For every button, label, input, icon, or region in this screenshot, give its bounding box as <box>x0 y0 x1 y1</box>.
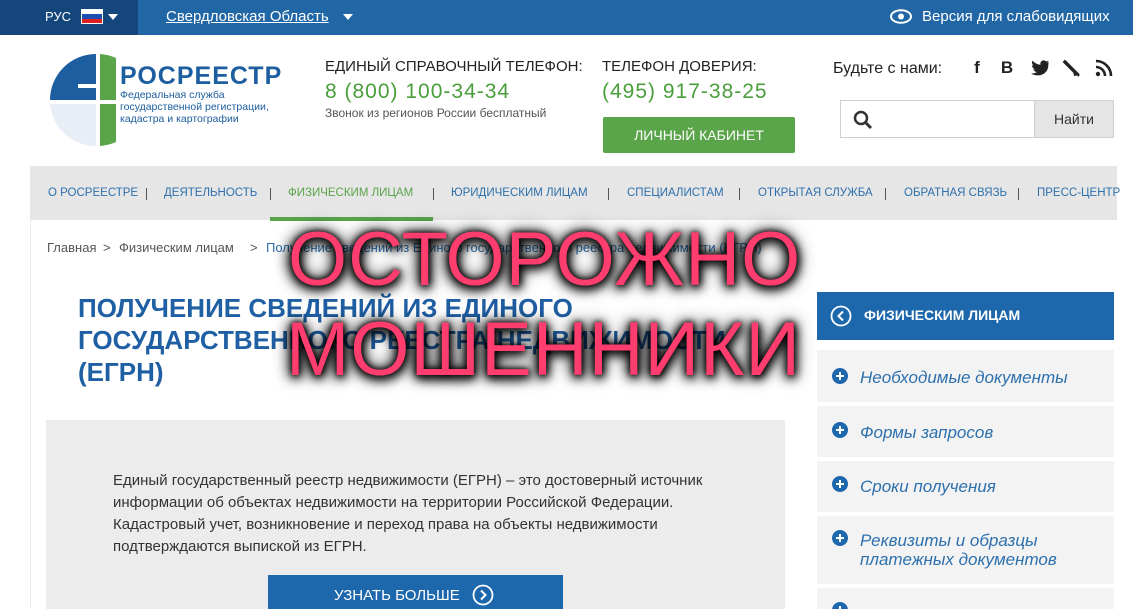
language-switcher[interactable]: РУС <box>0 0 138 35</box>
arrow-left-circle-icon[interactable] <box>830 305 852 327</box>
breadcrumb-separator: > <box>103 240 111 255</box>
nav-item-about[interactable]: О РОСРЕЕСТРЕ <box>48 166 138 220</box>
intro-text: Единый государственный реестр недвижимос… <box>113 472 703 555</box>
nav-item-activity[interactable]: ДЕЯТЕЛЬНОСТЬ <box>164 166 257 220</box>
region-selector[interactable]: Свердловская Область <box>166 8 329 25</box>
breadcrumb-separator: > <box>250 240 258 255</box>
helpline-number: 8 (800) 100-34-34 <box>325 80 511 103</box>
sidebar-title: ФИЗИЧЕСКИМ ЛИЦАМ <box>864 307 1021 323</box>
nav-separator <box>270 188 271 200</box>
chevron-down-icon[interactable] <box>343 14 353 20</box>
sidebar-item-more[interactable] <box>817 588 1114 609</box>
nav-item-feedback[interactable]: ОБРАТНАЯ СВЯЗЬ <box>904 166 1007 220</box>
sidebar-item-label: Сроки получения <box>860 477 996 496</box>
vkontakte-icon[interactable]: B <box>997 58 1017 78</box>
twitter-icon[interactable] <box>1030 58 1050 78</box>
sidebar-header[interactable]: ФИЗИЧЕСКИМ ЛИЦАМ <box>817 292 1114 340</box>
nav-separator <box>739 188 740 200</box>
plus-circle-icon <box>832 602 848 609</box>
sidebar-item-label: Необходимые документы <box>860 368 1068 387</box>
nav-separator <box>433 188 434 200</box>
sidebar-item-label: Формы запросов <box>860 423 994 442</box>
social-label: Будьте с нами: <box>833 60 943 77</box>
plus-circle-icon <box>832 530 848 546</box>
helpline-note: Звонок из регионов России бесплатный <box>325 106 547 120</box>
nav-item-legal-entities[interactable]: ЮРИДИЧЕСКИМ ЛИЦАМ <box>451 166 588 220</box>
learn-more-button[interactable]: УЗНАТЬ БОЛЬШЕ <box>268 575 563 609</box>
nav-separator <box>885 188 886 200</box>
nav-separator <box>146 188 147 200</box>
logo-subtitle: Федеральная служба государственной регис… <box>120 89 269 125</box>
chevron-down-icon <box>108 14 118 20</box>
learn-more-label: УЗНАТЬ БОЛЬШЕ <box>334 587 460 604</box>
nav-item-press-center[interactable]: ПРЕСС-ЦЕНТР <box>1037 166 1120 220</box>
sidebar-item-payment-details[interactable]: Реквизиты и образцы платежных документов <box>817 516 1114 586</box>
nav-item-specialists[interactable]: СПЕЦИАЛИСТАМ <box>627 166 724 220</box>
arrow-right-circle-icon <box>472 584 494 606</box>
sidebar-item-terms[interactable]: Сроки получения <box>817 461 1114 514</box>
page-border <box>30 220 31 609</box>
personal-account-button[interactable]: ЛИЧНЫЙ КАБИНЕТ <box>603 117 795 153</box>
breadcrumb-section[interactable]: Физическим лицам <box>119 240 234 255</box>
sidebar-item-label: Реквизиты и образцы платежных документов <box>860 531 1057 569</box>
nav-separator <box>608 188 609 200</box>
facebook-icon[interactable]: f <box>967 58 987 78</box>
eye-icon[interactable] <box>890 9 912 24</box>
sidebar-item-documents[interactable]: Необходимые документы <box>817 350 1114 404</box>
rss-icon[interactable] <box>1094 58 1114 78</box>
search-button[interactable]: Найти <box>1034 100 1114 138</box>
plus-circle-icon <box>832 422 848 438</box>
logo-title[interactable]: РОСРЕЕСТР <box>120 62 282 91</box>
plus-circle-icon <box>832 368 848 384</box>
nav-separator <box>1018 188 1019 200</box>
helpline-label: ЕДИНЫЙ СПРАВОЧНЫЙ ТЕЛЕФОН: <box>325 58 583 75</box>
plus-circle-icon <box>832 476 848 492</box>
accessibility-version-link[interactable]: Версия для слабовидящих <box>922 8 1110 25</box>
warning-overlay-line2: МОШЕННИКИ <box>286 307 802 392</box>
main-navigation: О РОСРЕЕСТРЕ ДЕЯТЕЛЬНОСТЬ ФИЗИЧЕСКИМ ЛИЦ… <box>30 166 1120 220</box>
trust-phone-number: (495) 917-38-25 <box>602 80 768 103</box>
russian-flag-icon <box>81 9 103 24</box>
rosreestr-logo-icon[interactable] <box>46 50 116 150</box>
breadcrumb-home[interactable]: Главная <box>47 240 96 255</box>
top-bar: РУС Свердловская Область Версия для слаб… <box>0 0 1133 35</box>
warning-overlay-line1: ОСТОРОЖНО <box>288 217 802 302</box>
search-icon <box>853 110 873 130</box>
sidebar-item-request-forms[interactable]: Формы запросов <box>817 406 1114 459</box>
nav-item-open-service[interactable]: ОТКРЫТАЯ СЛУЖБА <box>758 166 873 220</box>
search-input[interactable] <box>840 100 1035 138</box>
nav-item-individuals[interactable]: ФИЗИЧЕСКИМ ЛИЦАМ <box>288 166 413 220</box>
livejournal-icon[interactable] <box>1062 58 1082 78</box>
language-label: РУС <box>45 9 72 24</box>
trust-phone-label: ТЕЛЕФОН ДОВЕРИЯ: <box>602 58 757 75</box>
